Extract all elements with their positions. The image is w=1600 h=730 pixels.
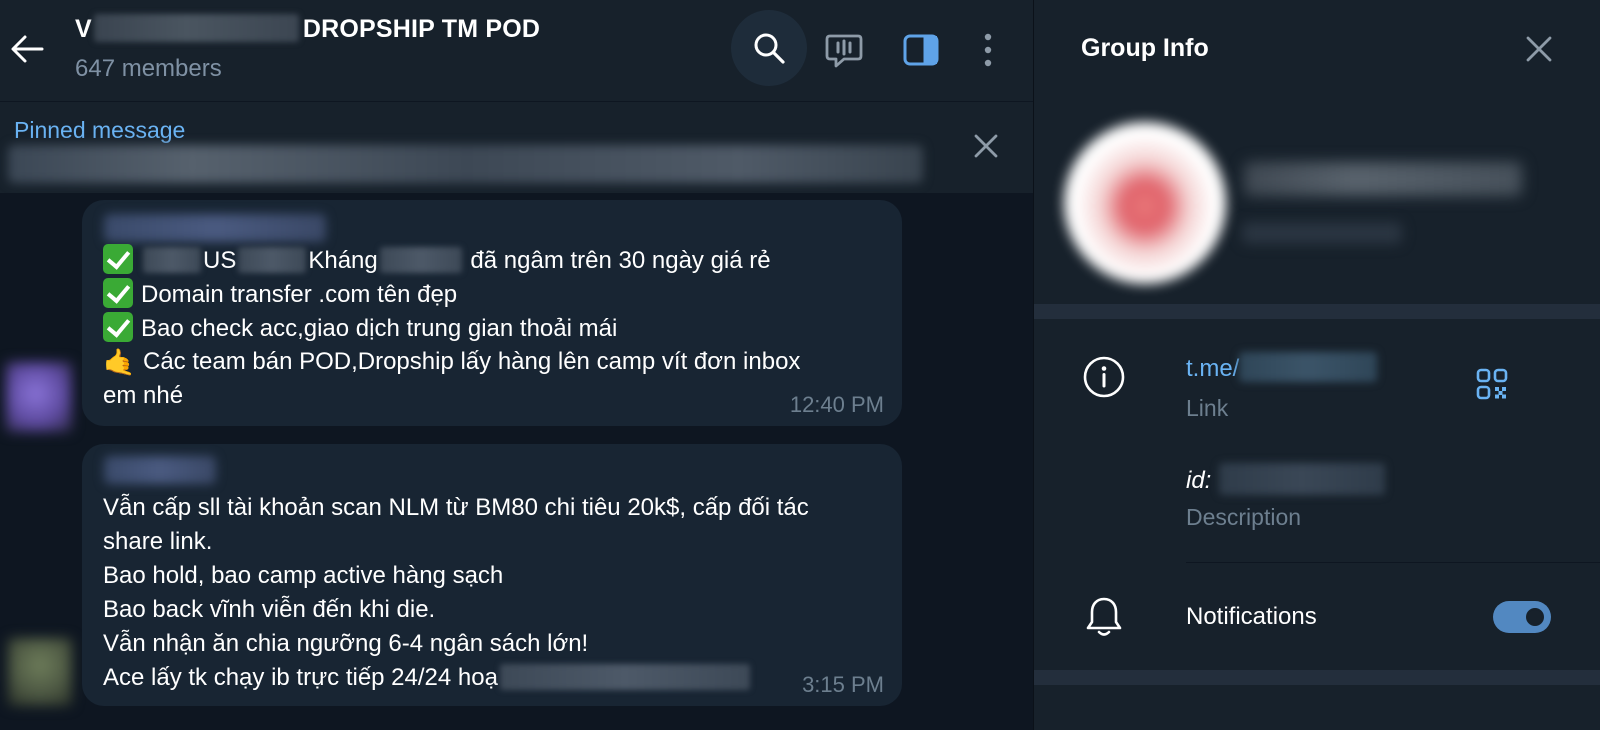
toggle-sidebar-button[interactable]	[883, 14, 959, 86]
pinned-text-redacted	[8, 145, 923, 183]
avatar[interactable]	[6, 362, 72, 432]
redacted-text	[1219, 463, 1386, 495]
arrow-left-icon	[11, 35, 44, 63]
pinned-label: Pinned message	[14, 117, 186, 143]
qr-code-icon	[1476, 368, 1508, 400]
message-line: Vẫn cấp sll tài khoản scan NLM từ BM80 c…	[103, 494, 809, 521]
chat-panel: V DROPSHIP TM POD 647 members Pinned mes…	[0, 0, 1033, 730]
pinned-message-bar[interactable]: Pinned message	[0, 101, 1033, 193]
chat-title[interactable]: V DROPSHIP TM POD	[75, 14, 540, 44]
redacted-text	[1239, 352, 1378, 382]
check-mark-icon	[103, 312, 133, 342]
group-name-redacted	[1244, 162, 1522, 196]
avatar[interactable]	[8, 638, 72, 706]
redacted-text	[379, 247, 462, 273]
redacted-text	[93, 14, 299, 42]
link-caption: Link	[1186, 395, 1229, 421]
close-pinned-button[interactable]	[965, 125, 1007, 167]
qr-code-button[interactable]	[1474, 366, 1510, 402]
redacted-text	[499, 664, 750, 690]
message-line: Bao hold, bao camp active hàng sạch	[103, 562, 504, 589]
message-line: Domain transfer .com tên đẹp	[103, 278, 457, 311]
info-icon	[1082, 355, 1126, 399]
sender-name-redacted	[104, 456, 216, 484]
message-line: Ace lấy tk chạy ib trực tiếp 24/24 hoạ	[103, 662, 752, 694]
message-time: 3:15 PM	[802, 672, 884, 697]
chat-title-prefix: V	[75, 15, 92, 43]
description-caption: Description	[1186, 504, 1302, 530]
search-button[interactable]	[731, 10, 807, 86]
chat-title-suffix: DROPSHIP TM POD	[302, 15, 541, 43]
section-divider	[1034, 670, 1600, 685]
redacted-text	[143, 247, 201, 273]
live-stream-button[interactable]	[806, 14, 882, 86]
more-options-button[interactable]	[950, 14, 1026, 86]
sender-name-redacted	[104, 214, 326, 242]
more-vertical-icon	[984, 33, 992, 67]
message-line: 🤙 Các team bán POD,Dropship lấy hàng lên …	[103, 347, 801, 377]
message-bubble[interactable]: US Kháng đã ngâm trên 30 ngày giá rẻ Doma…	[82, 200, 902, 426]
bell-icon	[1082, 594, 1126, 640]
check-mark-icon	[103, 278, 133, 308]
panel-title: Group Info	[1081, 34, 1209, 62]
close-icon	[1526, 36, 1552, 62]
call-me-hand-icon: 🤙	[103, 347, 136, 377]
search-icon	[754, 33, 785, 64]
message-line: Bao check acc,giao dịch trung gian thoải…	[103, 312, 617, 345]
close-icon	[974, 134, 998, 158]
toggle-knob	[1522, 604, 1548, 630]
section-divider	[1034, 304, 1600, 319]
member-count: 647 members	[75, 55, 222, 82]
sidebar-icon	[903, 34, 939, 66]
check-mark-icon	[103, 244, 133, 274]
notifications-label: Notifications	[1186, 603, 1317, 630]
group-avatar[interactable]	[1064, 122, 1226, 284]
group-id[interactable]: id:	[1186, 463, 1386, 495]
group-info-panel: Group Info t.me/ Link id: Description No…	[1033, 0, 1600, 730]
message-line: Bao back vĩnh viễn đến khi die.	[103, 596, 436, 623]
row-divider	[1186, 562, 1600, 563]
notifications-toggle[interactable]	[1493, 601, 1551, 633]
message-line: share link.	[103, 528, 213, 555]
group-subtitle-redacted	[1242, 222, 1402, 244]
chat-header: V DROPSHIP TM POD 647 members	[0, 0, 1033, 101]
back-button[interactable]	[8, 30, 46, 68]
message-line: em nhé	[103, 382, 184, 409]
message-line: US Kháng đã ngâm trên 30 ngày giá rẻ	[103, 244, 771, 277]
group-link[interactable]: t.me/	[1186, 352, 1378, 383]
redacted-text	[238, 247, 307, 273]
video-chat-icon	[825, 34, 863, 68]
message-line: Vẫn nhận ăn chia ngưỡng 6-4 ngân sách lớ…	[103, 630, 589, 657]
message-bubble[interactable]: Vẫn cấp sll tài khoản scan NLM từ BM80 c…	[82, 444, 902, 706]
message-time: 12:40 PM	[789, 392, 884, 417]
close-panel-button[interactable]	[1518, 28, 1560, 70]
